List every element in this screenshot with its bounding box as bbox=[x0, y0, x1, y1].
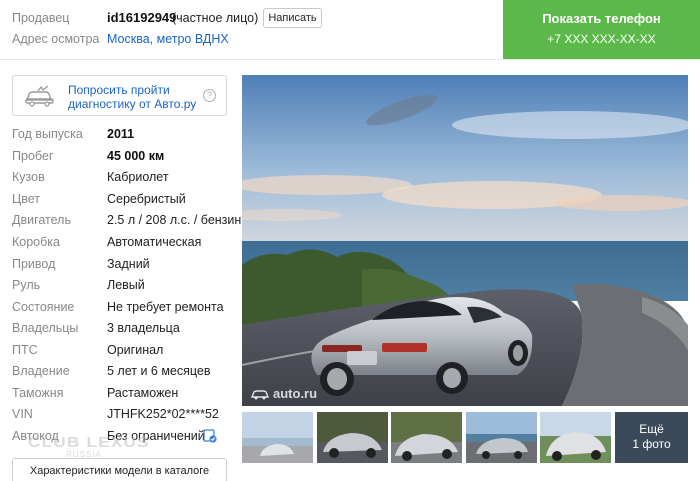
spec-label: Кузов bbox=[12, 170, 45, 184]
spec-label: Привод bbox=[12, 257, 56, 271]
spec-label: Коробка bbox=[12, 235, 60, 249]
phone-number: +7 XXX XXX-XX-XX bbox=[547, 32, 656, 46]
verified-document-icon[interactable] bbox=[203, 429, 217, 443]
address-link[interactable]: Москва, метро ВДНХ bbox=[107, 32, 229, 46]
spec-row-mileage: Пробег 45 000 км bbox=[12, 149, 237, 169]
spec-row-engine: Двигатель 2.5 л / 208 л.с. / бензин bbox=[12, 213, 241, 233]
show-phone-button[interactable]: Показать телефон +7 XXX XXX-XX-XX bbox=[503, 0, 700, 59]
model-catalog-button[interactable]: Характеристики модели в каталоге bbox=[12, 458, 227, 481]
diagnostics-link[interactable]: Попросить пройти диагностику от Авто.ру bbox=[68, 83, 203, 111]
spec-label: Руль bbox=[12, 278, 41, 292]
thumbnail-image bbox=[391, 412, 462, 463]
seller-type: (частное лицо) bbox=[172, 11, 259, 25]
spec-row-color: Цвет Серебристый bbox=[12, 192, 237, 212]
write-message-button[interactable]: Написать bbox=[263, 8, 322, 28]
spec-value: 5 лет и 6 месяцев bbox=[107, 364, 211, 378]
spec-value: Левый bbox=[107, 278, 145, 292]
spec-row-owners: Владельцы 3 владельца bbox=[12, 321, 237, 341]
spec-row-drive: Привод Задний bbox=[12, 257, 237, 277]
spec-value: Серебристый bbox=[107, 192, 186, 206]
spec-label: Цвет bbox=[12, 192, 41, 206]
spec-label: ПТС bbox=[12, 343, 38, 357]
spec-value: Автоматическая bbox=[107, 235, 202, 249]
more-photos-line1: Ещё bbox=[639, 422, 664, 436]
spec-value: 3 владельца bbox=[107, 321, 180, 335]
spec-label: Двигатель bbox=[12, 213, 71, 227]
spec-value: Задний bbox=[107, 257, 150, 271]
car-diagnostics-icon bbox=[25, 85, 54, 107]
spec-row-ownership: Владение 5 лет и 6 месяцев bbox=[12, 364, 237, 384]
thumbnail-3[interactable] bbox=[391, 412, 462, 463]
seller-label: Продавец bbox=[12, 11, 70, 25]
thumbnail-2[interactable] bbox=[317, 412, 388, 463]
spec-label: Владение bbox=[12, 364, 70, 378]
thumbnail-5[interactable] bbox=[540, 412, 611, 463]
spec-row-vin: VIN JTHFK252*02****52 bbox=[12, 407, 237, 427]
spec-value: 2.5 л / 208 л.с. / бензин bbox=[107, 213, 242, 227]
car-photo-illustration bbox=[242, 75, 688, 406]
spec-row-condition: Состояние Не требует ремонта bbox=[12, 300, 237, 320]
seller-id: id16192949 bbox=[107, 10, 177, 25]
spec-row-pts: ПТС Оригинал bbox=[12, 343, 237, 363]
spec-row-customs: Таможня Растаможен bbox=[12, 386, 237, 406]
spec-value: JTHFK252*02****52 bbox=[107, 407, 219, 421]
autoru-watermark-text: auto.ru bbox=[273, 386, 318, 401]
thumbnail-4[interactable] bbox=[466, 412, 537, 463]
spec-label: Состояние bbox=[12, 300, 75, 314]
address-label: Адрес осмотра bbox=[12, 32, 100, 46]
thumbnail-image bbox=[466, 412, 537, 463]
more-photos-button[interactable]: Ещё 1 фото bbox=[615, 412, 688, 463]
spec-row-steering: Руль Левый bbox=[12, 278, 237, 298]
diagnostics-request-box[interactable]: Попросить пройти диагностику от Авто.ру … bbox=[12, 75, 227, 116]
spec-label: VIN bbox=[12, 407, 33, 421]
help-icon[interactable]: ? bbox=[203, 89, 216, 102]
spec-value: 2011 bbox=[107, 127, 135, 141]
spec-value: Оригинал bbox=[107, 343, 164, 357]
spec-row-transmission: Коробка Автоматическая bbox=[12, 235, 237, 255]
more-photos-line2: 1 фото bbox=[632, 437, 671, 451]
spec-value: Кабриолет bbox=[107, 170, 169, 184]
main-photo[interactable]: auto.ru bbox=[242, 75, 688, 406]
club-lexus-watermark: CLUB LEXUS bbox=[28, 434, 150, 451]
spec-value: 45 000 км bbox=[107, 149, 165, 163]
spec-label: Таможня bbox=[12, 386, 64, 400]
spec-label: Владельцы bbox=[12, 321, 79, 335]
thumbnail-1[interactable] bbox=[242, 412, 313, 463]
spec-label: Пробег bbox=[12, 149, 54, 163]
spec-row-year: Год выпуска 2011 bbox=[12, 127, 237, 147]
car-logo-icon bbox=[250, 389, 270, 399]
spec-row-body: Кузов Кабриолет bbox=[12, 170, 237, 190]
autoru-watermark: auto.ru bbox=[250, 386, 317, 401]
thumbnail-image bbox=[540, 412, 611, 463]
thumbnail-image bbox=[242, 412, 313, 463]
thumbnail-image bbox=[317, 412, 388, 463]
show-phone-label: Показать телефон bbox=[542, 11, 661, 26]
spec-value: Растаможен bbox=[107, 386, 179, 400]
spec-value: Не требует ремонта bbox=[107, 300, 224, 314]
spec-label: Год выпуска bbox=[12, 127, 83, 141]
